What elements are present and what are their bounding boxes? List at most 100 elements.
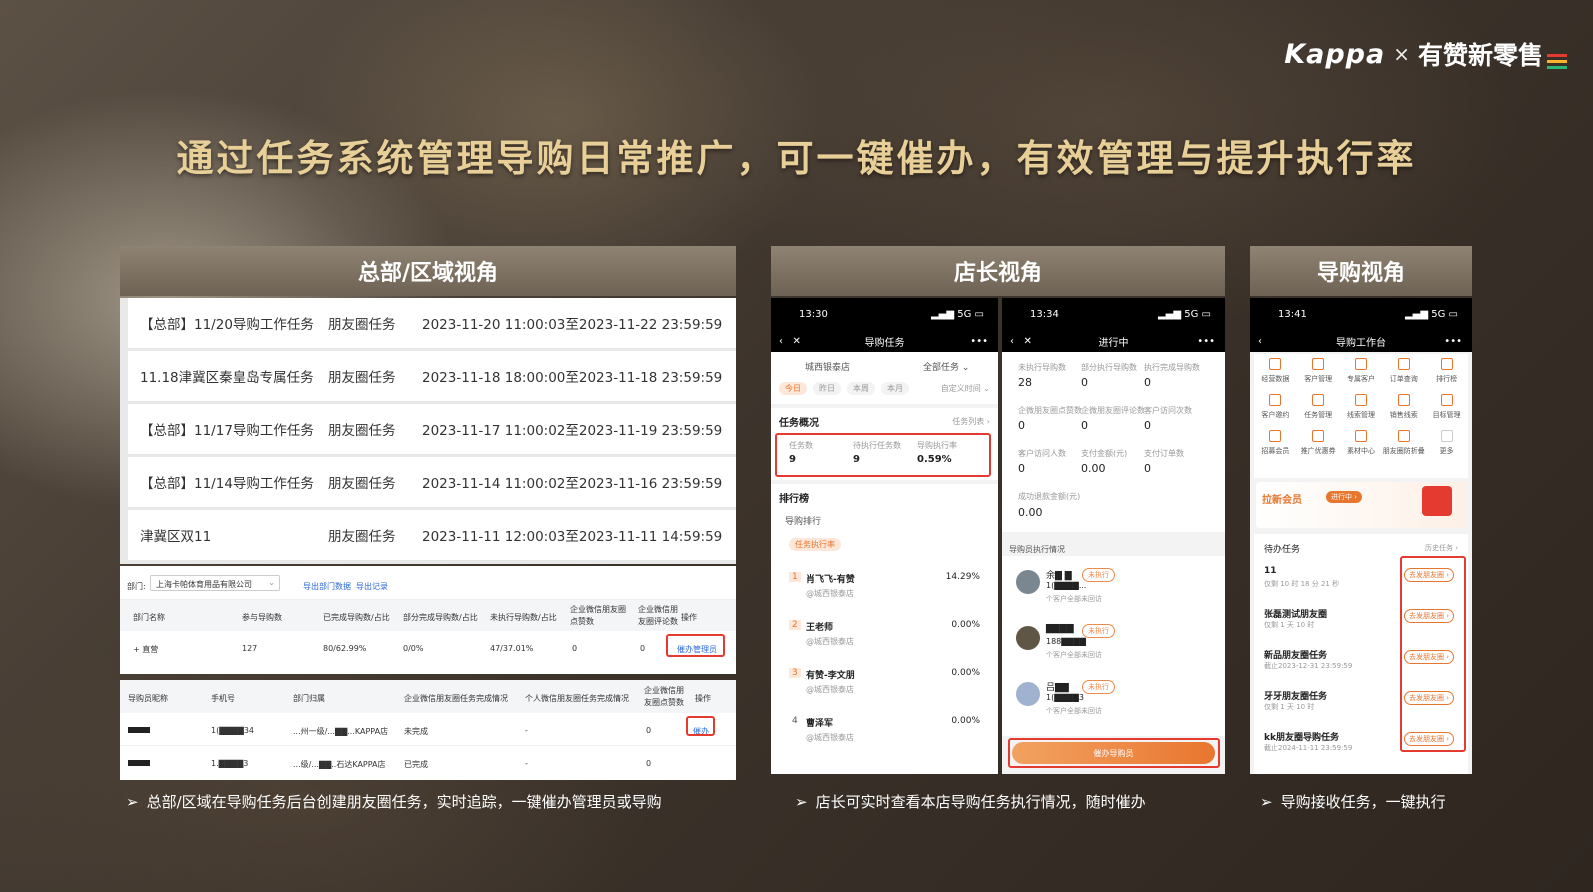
dept-select[interactable]: 上海卡帕体育用品有限公司 ⌄ bbox=[150, 575, 280, 591]
grid-item[interactable]: 订单查询 bbox=[1382, 358, 1425, 384]
task-filter[interactable]: 全部任务 ⌄ bbox=[923, 360, 969, 373]
grid-item[interactable]: 专属客户 bbox=[1340, 358, 1383, 384]
dept-name-expand[interactable]: + 直营 bbox=[133, 644, 158, 655]
guide-note: 个客户全部未回访 bbox=[1046, 707, 1102, 715]
dept-table-header: 部门名称 参与导购数 已完成导购数/占比 部分完成导购数/占比 未执行导购数/占… bbox=[120, 599, 736, 631]
more-icon[interactable]: ••• bbox=[1197, 336, 1215, 347]
moments-icon bbox=[1397, 430, 1410, 442]
more-icon[interactable]: ••• bbox=[1444, 336, 1462, 347]
grid-item[interactable]: 目标管理 bbox=[1425, 394, 1468, 420]
back-icon[interactable]: ‹ bbox=[1258, 336, 1262, 347]
tab-yesterday[interactable]: 昨日 bbox=[813, 382, 841, 395]
guide-table-header: 导购员昵称 手机号 部门归属 企业微信朋友圈任务完成情况 个人微信朋友圈任务完成… bbox=[120, 680, 736, 713]
tab-week[interactable]: 本周 bbox=[847, 382, 875, 395]
back-close-icon[interactable]: ‹ ✕ bbox=[1010, 336, 1032, 347]
task-row[interactable]: 11.18津冀区秦皇岛专属任务 朋友圈任务 2023-11-18 18:00:0… bbox=[128, 351, 736, 402]
back-close-icon[interactable]: ‹ ✕ bbox=[779, 336, 801, 347]
signal-icon: ▂▄▆ 5G ▭ bbox=[930, 308, 984, 320]
grid-item[interactable]: 朋友圈防折叠 bbox=[1382, 430, 1425, 456]
list-item[interactable]: 吕▇▇ 未执行 1(▇▇▇▇3 个客户全部未回访 bbox=[1002, 676, 1225, 726]
grid-item[interactable]: 素材中心 bbox=[1340, 430, 1383, 456]
table-row: + 直营 127 80/62.99% 0/0% 47/37.01% 0 0 催办… bbox=[120, 632, 736, 664]
history-link[interactable]: 历史任务 › bbox=[1425, 543, 1458, 553]
task-row[interactable]: 【总部】11/17导购工作任务 朋友圈任务 2023-11-17 11:00:0… bbox=[128, 404, 736, 455]
store-name[interactable]: 城西银泰店 bbox=[805, 360, 850, 373]
user-icon bbox=[1312, 358, 1325, 370]
metric-label: 未执行导购数 bbox=[1018, 363, 1066, 372]
list-item[interactable]: 余▇ ▇ 未执行 1(▇▇▇▇... 个客户全部未回访 bbox=[1002, 564, 1225, 614]
rank-row: 3 有赞-李文朋 @城西银泰店 0.00% bbox=[771, 660, 998, 706]
rank-rate: 14.29% bbox=[945, 572, 980, 582]
task-type: 朋友圈任务 bbox=[328, 476, 396, 492]
tab-month[interactable]: 本月 bbox=[881, 382, 909, 395]
tab-today[interactable]: 今日 bbox=[779, 382, 807, 395]
nav-title: 导购工作台 bbox=[1336, 337, 1386, 349]
col-header: 个人微信朋友圈任务完成情况 bbox=[525, 694, 629, 703]
task-list-link[interactable]: 任务列表 › bbox=[952, 416, 990, 427]
task-name: 11.18津冀区秦皇岛专属任务 bbox=[140, 370, 314, 386]
status-badge: 未执行 bbox=[1082, 624, 1115, 638]
metric-label: 支付金额(元) bbox=[1081, 449, 1128, 458]
task-type: 朋友圈任务 bbox=[328, 317, 396, 333]
guide-name: 吕▇▇ bbox=[1046, 683, 1069, 693]
export-dept-link[interactable]: 导出部门数据 bbox=[303, 581, 351, 592]
task-row[interactable]: 【总部】11/14导购工作任务 朋友圈任务 2023-11-14 11:00:0… bbox=[128, 457, 736, 508]
cell: 已完成 bbox=[404, 760, 428, 769]
grid-item[interactable]: 排行榜 bbox=[1425, 358, 1468, 384]
metric-value: 0 bbox=[1081, 419, 1088, 432]
status-bar: 13:41 ▂▄▆ 5G ▭ bbox=[1250, 298, 1472, 330]
cell: 1.▇▇▇▇3 bbox=[211, 759, 249, 768]
grid-item[interactable]: 任务管理 bbox=[1297, 394, 1340, 420]
guide-name: ▇▇▇▇ bbox=[1046, 624, 1074, 634]
grid-item[interactable]: 线索管理 bbox=[1340, 394, 1383, 420]
youzan-logo: 有赞新零售 bbox=[1417, 41, 1543, 70]
rank-store: @城西银泰店 bbox=[806, 637, 854, 646]
nav-title: 进行中 bbox=[1098, 337, 1129, 349]
task-name: 津冀区双11 bbox=[140, 529, 212, 545]
highlight-box bbox=[666, 634, 725, 657]
todo-name: 张磊测试朋友圈 bbox=[1264, 610, 1328, 620]
task-row[interactable]: 【总部】11/20导购工作任务 朋友圈任务 2023-11-20 11:00:0… bbox=[128, 298, 736, 349]
logo-times: × bbox=[1393, 42, 1410, 66]
lead-icon bbox=[1354, 394, 1367, 406]
metric-value: 0 bbox=[1018, 419, 1025, 432]
rank-store: @城西银泰店 bbox=[806, 685, 854, 694]
grid-item[interactable]: 推广优惠券 bbox=[1297, 430, 1340, 456]
dept-label: 部门: bbox=[127, 582, 146, 591]
metric-value: 0.00 bbox=[1081, 462, 1106, 475]
promo-banner[interactable]: 拉新会员 进行中 › bbox=[1256, 482, 1466, 528]
list-item[interactable]: ▇▇▇▇ 未执行 188▇▇▇▇ 个客户全部未回访 bbox=[1002, 620, 1225, 670]
metric-label: 支付订单数 bbox=[1144, 449, 1184, 458]
rank-no: 2 bbox=[789, 620, 801, 630]
more-grid-icon bbox=[1440, 430, 1453, 442]
invite-icon bbox=[1269, 394, 1282, 406]
grid-item[interactable]: 经营数据 bbox=[1254, 358, 1297, 384]
export-record-link[interactable]: 导出记录 bbox=[356, 581, 388, 592]
grid-item[interactable]: 客户管理 bbox=[1297, 358, 1340, 384]
todo-title: 待办任务 bbox=[1264, 545, 1301, 555]
rank-name: 曹泽军 bbox=[806, 719, 834, 729]
table-row: 1.▇▇▇▇3 ...级/...▇▇..石达KAPPA店 已完成 - 0 bbox=[120, 747, 736, 779]
overview-title: 任务概况 bbox=[779, 418, 819, 429]
nav-title: 导购任务 bbox=[864, 337, 905, 349]
phone-in-progress: 13:34 ▂▄▆ 5G ▭ ‹ ✕ 进行中 ••• 未执行导购数 28 部分执行导购… bbox=[1002, 298, 1225, 774]
grid-item[interactable]: 更多 bbox=[1425, 430, 1468, 456]
kappa-logo: Kappa bbox=[1284, 38, 1386, 70]
more-icon[interactable]: ••• bbox=[970, 336, 988, 347]
highlight-box bbox=[1400, 556, 1466, 752]
custom-time[interactable]: 自定义时间 ⌄ bbox=[941, 383, 990, 394]
rank-row: 2 王老师 @城西银泰店 0.00% bbox=[771, 612, 998, 658]
grid-item[interactable]: 销售线索 bbox=[1382, 394, 1425, 420]
col-header: 企业微信朋友圈点赞数 bbox=[570, 605, 626, 626]
grid-item[interactable]: 客户邀约 bbox=[1254, 394, 1297, 420]
todo-sub: 仅剩 1 天 10 时 bbox=[1264, 703, 1315, 711]
rank-rate: 0.00% bbox=[951, 620, 980, 630]
guide-list-title: 导购员执行情况 bbox=[1009, 545, 1065, 554]
rank-tab[interactable]: 任务执行率 bbox=[789, 538, 841, 551]
rank-name: 有赞-李文朋 bbox=[806, 671, 855, 681]
grid-item[interactable]: 招募会员 bbox=[1254, 430, 1297, 456]
metric-label: 成功退款金额(元) bbox=[1018, 492, 1081, 501]
rank-row: 1 肖飞飞-有赞 @城西银泰店 14.29% bbox=[771, 564, 998, 610]
note-hq: ➢ 总部/区域在导购任务后台创建朋友圈任务，实时追踪，一键催办管理员或导购 bbox=[126, 792, 662, 812]
task-row[interactable]: 津冀区双11 朋友圈任务 2023-11-11 12:00:03至2023-11… bbox=[128, 510, 736, 561]
